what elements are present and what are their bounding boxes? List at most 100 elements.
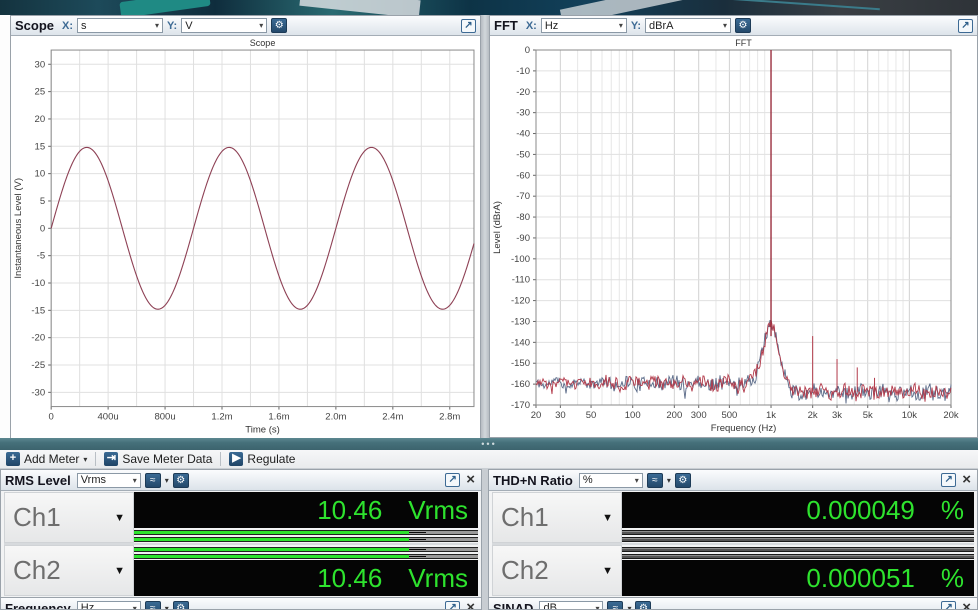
rms-ch2-selector[interactable]: Ch2 ▼ — [4, 545, 134, 596]
thdn-ch2-bargraph — [622, 545, 974, 560]
fft-chart: 0 -10 -20 -30 -40 -50 -60 -70 -80 -90 -100 -110 -120… — [492, 38, 959, 434]
thdn-close-button[interactable]: × — [960, 472, 973, 487]
chevron-down-icon: ▾ — [666, 475, 671, 485]
rms-ch1-bargraph — [134, 528, 478, 543]
fft-export-button[interactable]: ↗ — [958, 18, 973, 33]
frequency-export-button[interactable]: ↗ — [445, 601, 461, 609]
svg-text:5k: 5k — [863, 410, 873, 421]
chevron-down-icon: ▾ — [618, 21, 623, 30]
rms-settings-button[interactable]: ⚙ — [172, 472, 189, 488]
thdn-ch1-unit: % — [940, 494, 964, 525]
svg-text:Frequency (Hz): Frequency (Hz) — [711, 423, 776, 434]
fft-panel-header: FFT X: Hz ▾ Y: dBrA ▾ ⚙ ↗ — [490, 16, 977, 36]
thdn-ratio-header: THD+N Ratio % ▾ ≈ ▾ ⚙ ↗ × — [489, 470, 977, 491]
plus-icon: + — [6, 452, 20, 466]
thdn-ch2-value: 0.000051 — [806, 562, 915, 593]
add-meter-button[interactable]: + Add Meter ▾ — [4, 452, 89, 466]
thdn-ch1-selector[interactable]: Ch1 ▼ — [492, 492, 622, 543]
svg-text:-25: -25 — [31, 360, 45, 371]
svg-text:400u: 400u — [98, 412, 119, 423]
rms-level-panel: RMS Level Vrms ▾ ≈ ▾ ⚙ ↗ × Ch1 ▼ 10.46 V… — [0, 469, 482, 598]
regulate-button[interactable]: ▶ Regulate — [227, 452, 297, 466]
vertical-splitter[interactable] — [481, 15, 489, 438]
rms-ch1-unit: Vrms — [408, 494, 468, 525]
svg-text:50: 50 — [586, 410, 597, 421]
svg-text:-100: -100 — [511, 254, 530, 265]
rms-ch1-value: 10.46 — [317, 494, 383, 525]
chevron-down-icon: ▼ — [602, 564, 613, 577]
thdn-display-mode-button[interactable]: ≈ — [646, 472, 663, 488]
pcb-photo-banner — [0, 0, 978, 15]
rms-display-mode-button[interactable]: ≈ — [144, 472, 161, 488]
scope-settings-button[interactable]: ⚙ — [271, 18, 288, 33]
svg-text:0: 0 — [40, 223, 45, 234]
rms-ch2-display: 10.46 Vrms — [134, 560, 478, 596]
save-meter-data-button[interactable]: ⇥ Save Meter Data — [102, 452, 214, 466]
svg-text:-20: -20 — [31, 333, 45, 344]
scope-x-unit-dropdown[interactable]: s ▾ — [77, 18, 164, 33]
rms-level-title: RMS Level — [5, 472, 71, 488]
frequency-close-button[interactable]: × — [464, 600, 477, 609]
sinad-settings-button[interactable]: ⚙ — [635, 600, 652, 609]
export-icon: ↗ — [944, 474, 953, 485]
svg-text:2.4m: 2.4m — [382, 412, 403, 423]
frequency-settings-button[interactable]: ⚙ — [172, 600, 189, 609]
svg-text:300: 300 — [691, 410, 707, 421]
rms-ch1-selector[interactable]: Ch1 ▼ — [4, 492, 134, 543]
svg-text:Time (s): Time (s) — [245, 425, 280, 436]
fft-settings-button[interactable]: ⚙ — [735, 18, 752, 33]
frequency-unit-dropdown[interactable]: Hz ▾ — [76, 600, 141, 609]
svg-text:100: 100 — [625, 410, 641, 421]
svg-text:500: 500 — [721, 410, 737, 421]
export-icon: ↗ — [944, 602, 953, 610]
chevron-down-icon: ▾ — [155, 21, 160, 30]
thdn-export-button[interactable]: ↗ — [941, 473, 957, 487]
sinad-close-button[interactable]: × — [960, 600, 973, 609]
thdn-ch1-value: 0.000049 — [806, 494, 915, 525]
svg-text:25: 25 — [35, 87, 46, 98]
scope-panel: Scope X: s ▾ Y: V ▾ ⚙ ↗ 30 25 20 15 10 5 0 -5 -1… — [10, 15, 481, 439]
meter-display-icon: ≈ — [150, 602, 156, 610]
rms-close-button[interactable]: × — [464, 472, 477, 487]
x-axis-key-label: X: — [525, 19, 537, 32]
rms-unit-dropdown[interactable]: Vrms ▾ — [76, 472, 141, 488]
sinad-unit-dropdown[interactable]: dB ▾ — [539, 600, 604, 609]
chevron-down-icon: ▼ — [602, 511, 613, 524]
scope-y-unit-dropdown[interactable]: V ▾ — [181, 18, 268, 33]
svg-text:-20: -20 — [516, 87, 530, 98]
fft-x-unit-dropdown[interactable]: Hz ▾ — [540, 18, 627, 33]
svg-text:10: 10 — [35, 169, 46, 180]
fft-panel: FFT X: Hz ▾ Y: dBrA ▾ ⚙ ↗ 0 -10 -20 -30 -40 -… — [489, 15, 978, 438]
y-axis-key-label: Y: — [167, 19, 178, 32]
svg-text:-40: -40 — [516, 129, 530, 140]
sinad-display-mode-button[interactable]: ≈ — [607, 600, 624, 609]
pcb-trace — [700, 0, 880, 11]
svg-text:5: 5 — [40, 196, 45, 207]
svg-text:-170: -170 — [511, 400, 530, 411]
sinad-header: SINAD dB ▾ ≈ ▾ ⚙ ↗ × — [489, 598, 977, 610]
thdn-ch1-display: 0.000049 % — [622, 492, 974, 528]
save-icon: ⇥ — [104, 452, 119, 466]
thdn-unit-dropdown[interactable]: % ▾ — [578, 472, 643, 488]
thdn-ch2-row: Ch2 ▼ 0.000051 % — [492, 545, 974, 596]
frequency-display-mode-button[interactable]: ≈ — [144, 600, 161, 610]
thdn-settings-button[interactable]: ⚙ — [674, 472, 691, 488]
svg-text:200: 200 — [666, 410, 682, 421]
svg-text:-110: -110 — [512, 275, 530, 286]
thdn-ch2-selector[interactable]: Ch2 ▼ — [492, 545, 622, 596]
toolbar-separator — [220, 452, 222, 466]
horizontal-splitter[interactable]: ••• — [0, 438, 978, 450]
meter-display-icon: ≈ — [150, 474, 156, 486]
fft-chart-area[interactable]: 0 -10 -20 -30 -40 -50 -60 -70 -80 -90 -100 -110 -120… — [490, 36, 977, 437]
sinad-export-button[interactable]: ↗ — [941, 601, 957, 610]
bottom-meters-row: Frequency Hz ▾ ≈ ▾ ⚙ ↗ × SINAD dB ▾ ≈ ▾ … — [0, 597, 978, 610]
rms-export-button[interactable]: ↗ — [445, 473, 461, 487]
fft-y-unit-dropdown[interactable]: dBrA ▾ — [645, 18, 732, 33]
gear-icon: ⚙ — [678, 474, 688, 486]
scope-chart-area[interactable]: 30 25 20 15 10 5 0 -5 -10 -15 -20 -25 -30 0 400u 800u 1.… — [11, 36, 480, 439]
export-icon: ↗ — [961, 19, 970, 31]
gear-icon: ⚙ — [274, 20, 284, 31]
rms-ch1-row: Ch1 ▼ 10.46 Vrms — [4, 492, 478, 543]
scope-export-button[interactable]: ↗ — [461, 18, 476, 33]
thdn-ch2-unit: % — [940, 562, 964, 593]
